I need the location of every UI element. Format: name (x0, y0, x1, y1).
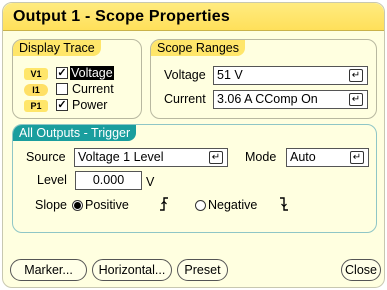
enter-icon[interactable]: ↵ (209, 151, 223, 164)
voltage-trace-tag: V1 (24, 68, 48, 80)
current-trace-tag: I1 (24, 84, 48, 96)
source-label: Source (26, 150, 66, 164)
voltage-range-label: Voltage (164, 68, 206, 82)
power-trace-tag: P1 (24, 100, 48, 112)
scope-ranges-header: Scope Ranges (151, 40, 246, 56)
source-value: Voltage 1 Level (78, 150, 164, 164)
scope-ranges-group: Scope Ranges Voltage 51 V ↵ Current 3.06… (150, 39, 377, 119)
level-label: Level (37, 173, 67, 187)
check-icon: ✓ (57, 99, 67, 111)
enter-icon[interactable]: ↵ (350, 151, 364, 164)
voltage-range-value: 51 V (217, 68, 243, 82)
voltage-trace-label[interactable]: Voltage (70, 66, 114, 80)
current-range-value: 3.06 A CComp On (217, 92, 318, 106)
level-unit: V (146, 175, 155, 189)
slope-label: Slope (35, 198, 67, 212)
current-range-field[interactable]: 3.06 A CComp On (213, 90, 368, 109)
level-value: 0.000 (92, 173, 125, 187)
title-bar: Output 1 - Scope Properties (3, 3, 384, 31)
marker-button[interactable]: Marker... (10, 259, 87, 281)
rising-edge-icon (159, 197, 169, 213)
enter-icon[interactable]: ↵ (349, 93, 363, 106)
power-checkbox[interactable]: ✓ (56, 99, 68, 111)
power-trace-label[interactable]: Power (72, 98, 107, 112)
preset-button[interactable]: Preset (177, 259, 228, 281)
source-field[interactable]: Voltage 1 Level (74, 148, 228, 167)
dialog-title: Output 1 - Scope Properties (13, 8, 230, 25)
close-button[interactable]: Close (341, 259, 381, 281)
trigger-header: All Outputs - Trigger (13, 125, 137, 141)
voltage-range-field[interactable]: 51 V (213, 66, 368, 85)
current-range-label: Current (164, 92, 206, 106)
level-field[interactable]: 0.000 (75, 171, 142, 190)
current-checkbox[interactable] (56, 83, 68, 95)
trigger-group: All Outputs - Trigger Source Voltage 1 L… (12, 124, 377, 233)
slope-negative-label[interactable]: Negative (208, 198, 257, 212)
check-icon: ✓ (57, 67, 67, 79)
slope-positive-radio[interactable] (72, 200, 83, 211)
slope-negative-radio[interactable] (195, 200, 206, 211)
current-trace-label[interactable]: Current (72, 82, 114, 96)
mode-label: Mode (245, 150, 277, 164)
display-trace-group: Display Trace V1 ✓ Voltage I1 Current P1… (12, 39, 142, 119)
horizontal-button[interactable]: Horizontal... (92, 259, 172, 281)
display-trace-header: Display Trace (13, 40, 101, 56)
mode-value: Auto (290, 150, 316, 164)
slope-positive-label[interactable]: Positive (85, 198, 129, 212)
voltage-checkbox[interactable]: ✓ (56, 67, 68, 79)
enter-icon[interactable]: ↵ (349, 69, 363, 82)
scope-properties-dialog: Output 1 - Scope Properties Display Trac… (2, 2, 385, 288)
falling-edge-icon (279, 197, 289, 213)
